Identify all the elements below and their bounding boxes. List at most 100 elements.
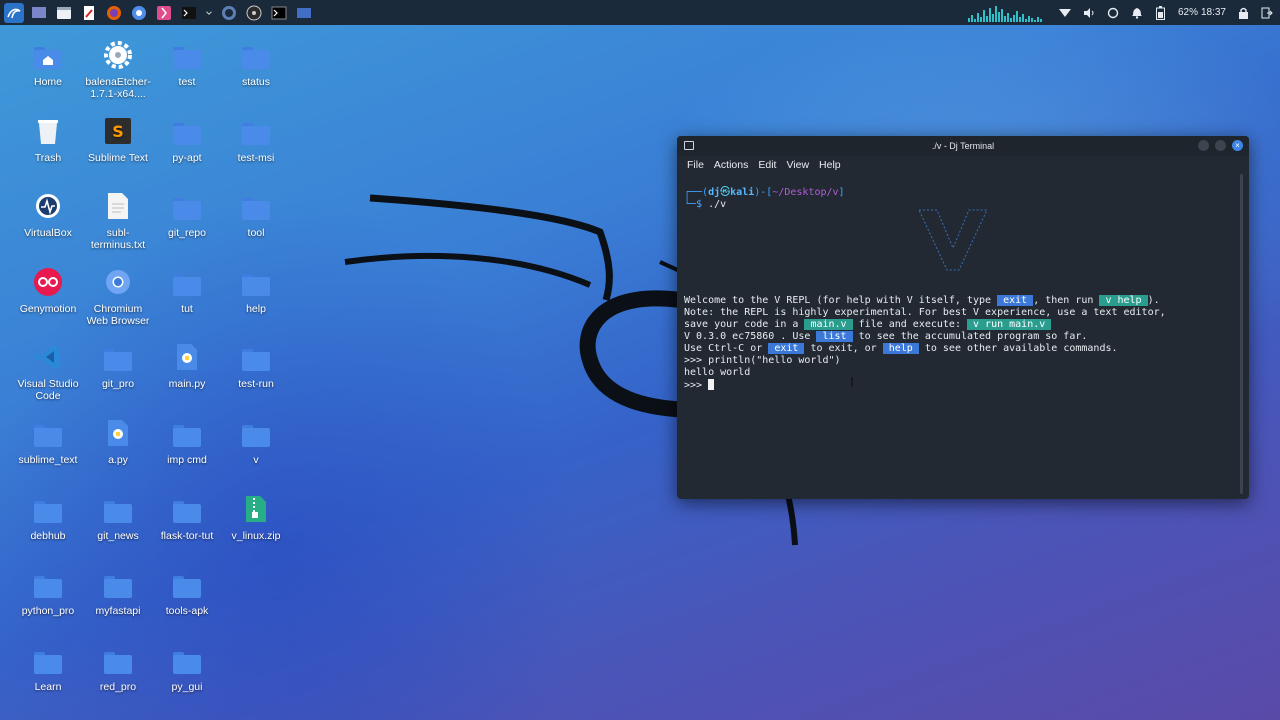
folder-icon bbox=[172, 418, 202, 448]
desktop-icon-label: tools-apk bbox=[165, 605, 209, 617]
folder-icon bbox=[33, 645, 63, 675]
desktop-icon-main-py[interactable]: main.py bbox=[152, 342, 222, 390]
prompt-line: ┌──(dj㉿kali)-[~/Desktop/v] bbox=[684, 187, 845, 198]
desktop-icon-tool[interactable]: tool bbox=[221, 191, 291, 239]
chevron-down-icon[interactable] bbox=[204, 3, 214, 23]
folder-icon bbox=[103, 494, 133, 524]
kali-menu-icon[interactable] bbox=[4, 2, 24, 23]
desktop-icon-sublime-text[interactable]: S Sublime Text bbox=[83, 116, 153, 164]
desktop-icon-debhub[interactable]: debhub bbox=[13, 494, 83, 542]
desktop-icon-label: test-msi bbox=[237, 152, 275, 164]
terminal-scrollbar[interactable] bbox=[1240, 174, 1243, 494]
desktop-icon-label: flask-tor-tut bbox=[160, 530, 214, 542]
desktop-icon-tools-apk[interactable]: tools-apk bbox=[152, 569, 222, 617]
repl-prompt[interactable]: >>> bbox=[684, 379, 1242, 392]
desktop-icon-red-pro[interactable]: red_pro bbox=[83, 645, 153, 693]
volume-icon[interactable] bbox=[1082, 6, 1096, 20]
folder-icon bbox=[33, 418, 63, 448]
desktop-icon-v-linux-zip[interactable]: v_linux.zip bbox=[221, 494, 291, 542]
update-icon[interactable] bbox=[1106, 6, 1120, 20]
taskbar-app-icon[interactable] bbox=[219, 3, 239, 23]
folder-home-icon bbox=[33, 40, 63, 70]
desktop-icon-py-apt[interactable]: py-apt bbox=[152, 116, 222, 164]
desktop-icon-home[interactable]: Home bbox=[13, 40, 83, 88]
desktop-icon-chromium-web-browser[interactable]: Chromium Web Browser bbox=[83, 267, 153, 327]
desktop-icon-genymotion[interactable]: Genymotion bbox=[13, 267, 83, 315]
taskbar-window-icon[interactable] bbox=[294, 3, 314, 23]
lock-icon[interactable] bbox=[1236, 6, 1250, 20]
desktop-icon-test[interactable]: test bbox=[152, 40, 222, 88]
folder-icon bbox=[241, 191, 271, 221]
maximize-button[interactable] bbox=[1215, 140, 1226, 151]
v-ascii-logo bbox=[918, 209, 988, 271]
folder-icon bbox=[172, 267, 202, 297]
network-icon[interactable] bbox=[1058, 6, 1072, 20]
menu-file[interactable]: File bbox=[687, 159, 704, 171]
obs-icon[interactable] bbox=[244, 3, 264, 23]
menu-actions[interactable]: Actions bbox=[714, 159, 748, 171]
top-panel: 62% 18:37 bbox=[0, 0, 1280, 25]
desktop-icon-test-run[interactable]: test-run bbox=[221, 342, 291, 390]
folder-icon bbox=[33, 494, 63, 524]
logout-icon[interactable] bbox=[1260, 6, 1274, 20]
genymotion-icon bbox=[33, 267, 63, 297]
menu-view[interactable]: View bbox=[786, 159, 809, 171]
svg-text:S: S bbox=[112, 122, 124, 141]
minimize-button[interactable] bbox=[1198, 140, 1209, 151]
folder-icon bbox=[172, 494, 202, 524]
desktop-icon-trash[interactable]: Trash bbox=[13, 116, 83, 164]
prompt-host: kali bbox=[730, 187, 755, 198]
notification-bell-icon[interactable] bbox=[1130, 6, 1144, 20]
close-button[interactable]: × bbox=[1232, 140, 1243, 151]
desktop-icon-label: Genymotion bbox=[19, 303, 77, 315]
desktop-icon-a-py[interactable]: a.py bbox=[83, 418, 153, 466]
terminal-launcher-icon[interactable] bbox=[179, 3, 199, 23]
prompt-path: ~/Desktop/v bbox=[772, 187, 839, 198]
clock[interactable]: 18:37 bbox=[1201, 7, 1226, 18]
battery-percent: 62% bbox=[1177, 7, 1198, 18]
desktop-icon-myfastapi[interactable]: myfastapi bbox=[83, 569, 153, 617]
desktop-icon-label: git_repo bbox=[168, 227, 206, 239]
desktop-icon-balenaetcher-1-7-1-x64[interactable]: balenaEtcher-1.7.1-x64.... bbox=[83, 40, 153, 100]
desktop-icon-visual-studio-code[interactable]: Visual Studio Code bbox=[13, 342, 83, 402]
menu-help[interactable]: Help bbox=[819, 159, 841, 171]
terminal-titlebar[interactable]: ./v - Dj Terminal × bbox=[677, 136, 1249, 156]
file-manager-icon[interactable] bbox=[54, 3, 74, 23]
menu-edit[interactable]: Edit bbox=[758, 159, 776, 171]
desktop-icon-py-gui[interactable]: py_gui bbox=[152, 645, 222, 693]
burpsuite-icon[interactable] bbox=[154, 3, 174, 23]
desktop-icon-virtualbox[interactable]: VirtualBox bbox=[13, 191, 83, 239]
desktop-icon-tut[interactable]: tut bbox=[152, 267, 222, 315]
command-text: ./v bbox=[708, 199, 727, 210]
battery-icon[interactable] bbox=[1154, 5, 1168, 20]
terminal-window[interactable]: ./v - Dj Terminal × File Actions Edit Vi… bbox=[677, 136, 1249, 499]
desktop-icon-status[interactable]: status bbox=[221, 40, 291, 88]
desktop-icon-test-msi[interactable]: test-msi bbox=[221, 116, 291, 164]
show-desktop-icon[interactable] bbox=[29, 3, 49, 23]
desktop-icon-sublime-text[interactable]: sublime_text bbox=[13, 418, 83, 466]
taskbar-terminal-icon[interactable] bbox=[269, 3, 289, 23]
mouse-ibeam-cursor: I bbox=[850, 376, 854, 391]
desktop-icon-imp-cmd[interactable]: imp cmd bbox=[152, 418, 222, 466]
firefox-icon[interactable] bbox=[104, 3, 124, 23]
repl-line-version: V 0.3.0 ec75860 . Use list to see the ac… bbox=[684, 331, 1088, 342]
desktop-icon-label: test bbox=[178, 76, 196, 88]
desktop-icon-flask-tor-tut[interactable]: flask-tor-tut bbox=[152, 494, 222, 542]
file-icon bbox=[103, 191, 133, 221]
desktop-icon-learn[interactable]: Learn bbox=[13, 645, 83, 693]
desktop-icon-python-pro[interactable]: python_pro bbox=[13, 569, 83, 617]
desktop-icon-help[interactable]: help bbox=[221, 267, 291, 315]
desktop-icon-v[interactable]: v bbox=[221, 418, 291, 466]
desktop-icon-git-news[interactable]: git_news bbox=[83, 494, 153, 542]
chromium-icon[interactable] bbox=[129, 3, 149, 23]
folder-icon bbox=[172, 40, 202, 70]
desktop-icon-git-repo[interactable]: git_repo bbox=[152, 191, 222, 239]
desktop-icon-git-pro[interactable]: git_pro bbox=[83, 342, 153, 390]
desktop-icon-label: test-run bbox=[238, 378, 274, 390]
python-icon bbox=[103, 418, 133, 448]
desktop-icon-label: git_pro bbox=[101, 378, 135, 390]
prompt-user: dj bbox=[708, 187, 721, 198]
desktop-icon-label: a.py bbox=[108, 454, 128, 466]
pdf-viewer-icon[interactable] bbox=[79, 3, 99, 23]
desktop-icon-subl-terminus-txt[interactable]: subl-terminus.txt bbox=[83, 191, 153, 251]
